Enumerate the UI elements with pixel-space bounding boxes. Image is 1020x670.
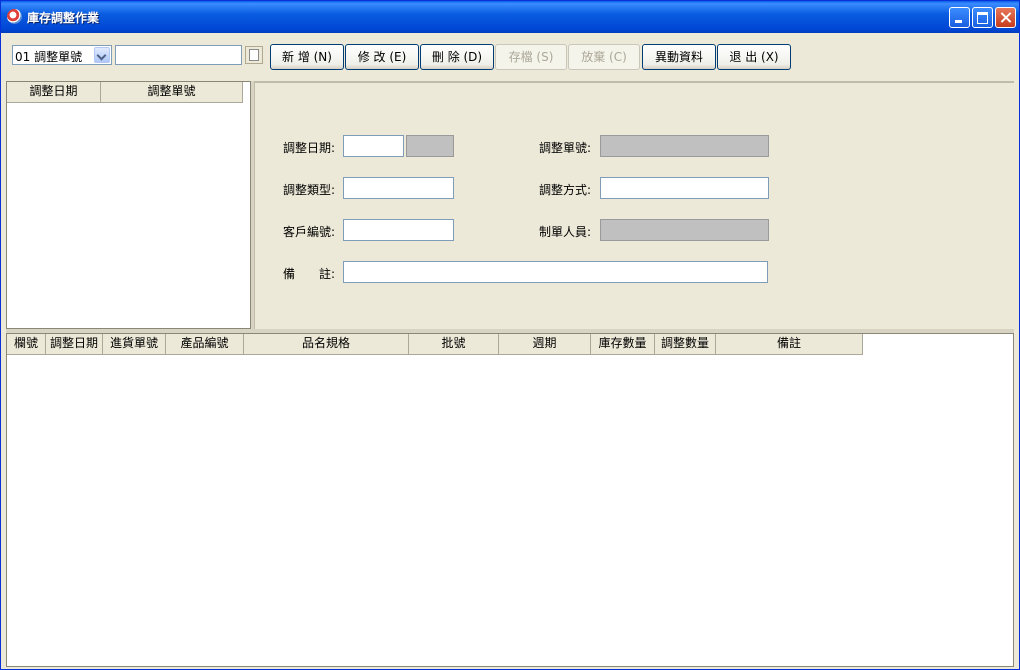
col-period[interactable]: 週期 — [499, 334, 591, 354]
detail-header: 欄號 調整日期 進貨單號 產品編號 品名規格 批號 週期 庫存數量 調整數量 備… — [7, 334, 863, 355]
app-icon — [7, 9, 22, 24]
col-stock-qty[interactable]: 庫存數量 — [591, 334, 655, 354]
toolbar: 01 調整單號 新 增 (N) 修 改 (E) 刪 除 (D) 存檔 (S) 放… — [1, 33, 1019, 77]
adjust-type-field[interactable] — [343, 177, 454, 199]
exit-button[interactable]: 退 出 (X) — [717, 44, 791, 70]
remark-field[interactable] — [343, 261, 768, 283]
minimize-button[interactable] — [949, 7, 970, 28]
new-button[interactable]: 新 增 (N) — [270, 44, 344, 70]
creator-label: 制單人員: — [539, 225, 592, 239]
adjust-method-label: 調整方式: — [539, 183, 592, 197]
edit-button[interactable]: 修 改 (E) — [345, 44, 419, 70]
col-batch-no[interactable]: 批號 — [409, 334, 499, 354]
save-button[interactable]: 存檔 (S) — [495, 44, 567, 70]
close-button[interactable] — [995, 7, 1016, 28]
adjust-method-field[interactable] — [600, 177, 769, 199]
adjust-date-extra-field — [406, 135, 454, 157]
customer-no-label: 客戶編號: — [283, 225, 336, 239]
customer-no-field[interactable] — [343, 219, 454, 241]
adjust-no-field — [600, 135, 769, 157]
col-remark[interactable]: 備註 — [716, 334, 863, 354]
col-purchase-no[interactable]: 進貨單號 — [103, 334, 166, 354]
search-field-value: 01 調整單號 — [15, 50, 83, 64]
delete-button[interactable]: 刪 除 (D) — [420, 44, 494, 70]
col-adjust-date[interactable]: 調整日期 — [46, 334, 103, 354]
chevron-down-icon[interactable] — [94, 47, 110, 63]
adjustment-list[interactable]: 調整日期 調整單號 — [6, 81, 251, 329]
search-field-select[interactable]: 01 調整單號 — [12, 45, 112, 65]
window-title: 庫存調整作業 — [27, 11, 100, 25]
form-panel — [254, 81, 1014, 329]
maximize-button[interactable] — [972, 7, 993, 28]
change-data-button[interactable]: 異動資料 — [642, 44, 716, 70]
adjust-date-field[interactable] — [343, 135, 404, 157]
search-input[interactable] — [115, 45, 242, 65]
list-col-number[interactable]: 調整單號 — [101, 82, 243, 102]
adjust-date-label: 調整日期: — [283, 141, 336, 155]
col-product-no[interactable]: 產品編號 — [166, 334, 244, 354]
col-product-spec[interactable]: 品名規格 — [244, 334, 409, 354]
list-col-date[interactable]: 調整日期 — [7, 82, 101, 102]
adjust-type-label: 調整類型: — [283, 183, 336, 197]
lookup-icon[interactable] — [245, 46, 263, 64]
col-adjust-qty[interactable]: 調整數量 — [655, 334, 716, 354]
col-line-no[interactable]: 欄號 — [7, 334, 46, 354]
title-bar[interactable]: 庫存調整作業 — [1, 1, 1019, 33]
adjust-no-label: 調整單號: — [539, 141, 592, 155]
creator-field — [600, 219, 769, 241]
list-header: 調整日期 調整單號 — [7, 82, 243, 103]
app-window: 庫存調整作業 01 調整單號 新 增 (N) 修 改 (E) 刪 除 (D) 存… — [0, 0, 1020, 670]
discard-button[interactable]: 放棄 (C) — [568, 44, 640, 70]
remark-label: 備 註: — [283, 267, 336, 281]
detail-grid[interactable]: 欄號 調整日期 進貨單號 產品編號 品名規格 批號 週期 庫存數量 調整數量 備… — [6, 333, 1014, 667]
